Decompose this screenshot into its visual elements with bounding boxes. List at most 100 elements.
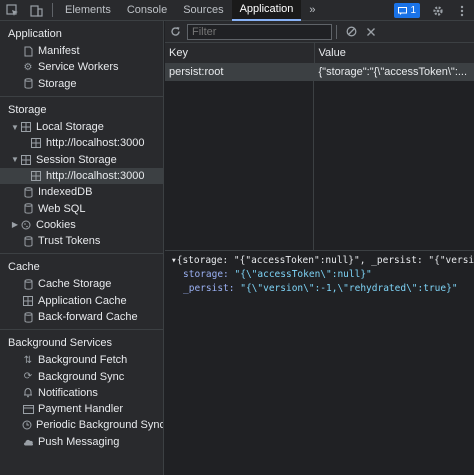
preview-summary-text: ▾{storage: "{"accessToken":null}", _pers… <box>171 254 474 266</box>
section-title-background-services: Background Services <box>8 337 112 350</box>
sidebar-item-storage[interactable]: Storage <box>0 76 163 92</box>
preview-key: storage: <box>183 268 229 280</box>
sidebar-item-label: Service Workers <box>38 61 119 74</box>
grid-icon <box>20 154 32 166</box>
database-icon <box>22 235 34 247</box>
expand-arrow-icon[interactable]: ▼ <box>10 155 20 164</box>
value-preview-pane: ▾{storage: "{"accessToken":null}", _pers… <box>165 253 474 295</box>
sidebar-item-label: Cookies <box>36 218 76 231</box>
database-icon <box>22 203 34 215</box>
table-empty-area <box>165 64 474 251</box>
sidebar-item-background-sync[interactable]: ⟳ Background Sync <box>0 368 163 384</box>
database-icon <box>22 78 34 90</box>
up-down-arrows-icon: ⇅ <box>23 354 33 366</box>
preview-value: "{\"version\":-1,\"rehydrated\":true}" <box>240 282 458 294</box>
preview-property-storage: storage: "{\"accessToken\":null}" <box>171 267 474 281</box>
issues-badge[interactable]: 1 <box>394 3 420 18</box>
sidebar-item-trust-tokens[interactable]: Trust Tokens <box>0 233 163 249</box>
grid-icon <box>30 137 42 149</box>
credit-card-icon <box>22 403 34 415</box>
top-right-controls: 1 <box>394 0 474 21</box>
tab-console[interactable]: Console <box>119 0 175 21</box>
application-sidebar: Application Manifest ⚙ Service Workers S… <box>0 21 164 475</box>
section-background-services: Background Services ⇅ Background Fetch ⟳… <box>0 334 163 454</box>
database-icon <box>22 278 34 290</box>
sidebar-item-label: Manifest <box>38 45 80 58</box>
sidebar-item-label: http://localhost:3000 <box>46 137 145 150</box>
inspect-element-icon[interactable] <box>0 0 24 21</box>
tab-application[interactable]: Application <box>231 0 302 21</box>
bell-icon <box>22 387 34 399</box>
storage-main-panel: Key Value persist:root {"storage":"{\"ac… <box>165 21 474 475</box>
settings-gear-icon[interactable] <box>426 0 450 21</box>
sidebar-item-label: Push Messaging <box>38 435 120 448</box>
sidebar-item-websql[interactable]: Web SQL <box>0 200 163 216</box>
sidebar-item-manifest[interactable]: Manifest <box>0 43 163 59</box>
gear-icon: ⚙ <box>23 61 33 73</box>
sidebar-item-local-origin[interactable]: http://localhost:3000 <box>0 135 163 151</box>
collapse-arrow-icon[interactable]: ▶ <box>10 220 20 229</box>
tab-elements[interactable]: Elements <box>57 0 119 21</box>
sidebar-item-indexeddb[interactable]: IndexedDB <box>0 184 163 200</box>
sidebar-item-background-fetch[interactable]: ⇅ Background Fetch <box>0 352 163 368</box>
clear-all-icon[interactable] <box>341 22 361 42</box>
sidebar-item-application-cache[interactable]: Application Cache <box>0 293 163 309</box>
column-header-key[interactable]: Key <box>165 43 315 64</box>
message-icon <box>398 6 408 15</box>
sidebar-item-notifications[interactable]: Notifications <box>0 385 163 401</box>
sidebar-item-payment-handler[interactable]: Payment Handler <box>0 401 163 417</box>
database-icon <box>22 311 34 323</box>
column-header-value[interactable]: Value <box>314 43 474 64</box>
sidebar-item-label: Trust Tokens <box>38 235 101 248</box>
sidebar-item-label: Background Fetch <box>38 354 128 367</box>
grid-icon <box>30 170 42 182</box>
sidebar-item-session-storage[interactable]: ▼ Session Storage <box>0 151 163 167</box>
database-icon <box>22 186 34 198</box>
sidebar-item-label: Local Storage <box>36 121 104 134</box>
file-icon <box>22 45 34 57</box>
sidebar-item-periodic-background-sync[interactable]: Periodic Background Sync <box>0 417 163 433</box>
section-title-storage: Storage <box>8 103 47 116</box>
sidebar-item-label: Payment Handler <box>38 403 123 416</box>
preview-property-persist: _persist: "{\"version\":-1,\"rehydrated\… <box>171 281 474 295</box>
sidebar-item-push-messaging[interactable]: Push Messaging <box>0 434 163 450</box>
section-title-application: Application <box>8 28 62 40</box>
sidebar-item-service-workers[interactable]: ⚙ Service Workers <box>0 59 163 75</box>
sidebar-item-cookies[interactable]: ▶ Cookies <box>0 217 163 233</box>
sidebar-item-label: Session Storage <box>36 153 117 166</box>
more-tabs-icon[interactable]: » <box>301 0 323 21</box>
grid-icon <box>20 121 32 133</box>
filter-input[interactable] <box>187 23 332 40</box>
section-title-cache: Cache <box>8 261 40 274</box>
sync-icon: ⟳ <box>23 371 33 383</box>
sidebar-item-label: Back-forward Cache <box>38 311 138 323</box>
sidebar-item-label: Application Cache <box>38 294 127 307</box>
section-storage: Storage ▼ Local Storage http://localhost… <box>0 101 163 255</box>
section-application: Application Manifest ⚙ Service Workers S… <box>0 25 163 97</box>
sidebar-item-label: http://localhost:3000 <box>46 169 145 182</box>
storage-toolbar <box>165 21 474 43</box>
cloud-icon <box>22 436 34 448</box>
preview-key: _persist: <box>183 282 235 294</box>
devtools-tab-bar: Elements Console Sources Application » 1 <box>0 0 474 21</box>
expand-arrow-icon[interactable]: ▼ <box>10 123 20 132</box>
issues-count: 1 <box>410 5 416 16</box>
sidebar-item-label: Notifications <box>38 386 98 399</box>
preview-object-summary[interactable]: ▾{storage: "{"accessToken":null}", _pers… <box>171 253 474 267</box>
sidebar-item-local-storage[interactable]: ▼ Local Storage <box>0 119 163 135</box>
more-options-icon[interactable] <box>450 0 474 21</box>
sidebar-item-label: Web SQL <box>38 202 86 215</box>
sidebar-item-cache-storage[interactable]: Cache Storage <box>0 276 163 292</box>
refresh-icon[interactable] <box>165 22 185 42</box>
sidebar-item-session-origin[interactable]: http://localhost:3000 <box>0 167 163 185</box>
sidebar-item-label: Periodic Background Sync <box>36 419 164 432</box>
tab-sources[interactable]: Sources <box>175 0 231 21</box>
device-toolbar-icon[interactable] <box>24 0 48 21</box>
grid-icon <box>22 295 34 307</box>
sidebar-item-back-forward-cache[interactable]: Back-forward Cache <box>0 309 163 325</box>
divider <box>52 3 53 17</box>
preview-value: "{\"accessToken\":null}" <box>234 268 372 280</box>
delete-selected-icon[interactable] <box>361 22 381 42</box>
section-cache: Cache Cache Storage Application Cache Ba… <box>0 258 163 331</box>
sidebar-item-label: IndexedDB <box>38 186 93 199</box>
